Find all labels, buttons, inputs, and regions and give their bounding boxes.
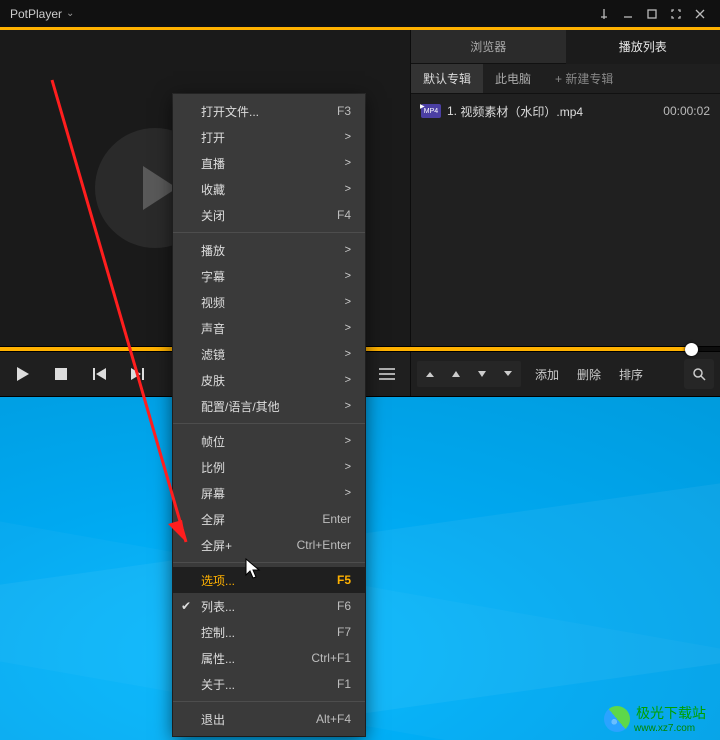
playlist[interactable]: MP4 1. 视频素材（水印）.mp4 00:00:02: [411, 94, 720, 346]
playlist-item-name: 视频素材（水印）.mp4: [460, 103, 583, 120]
menu-subtitle[interactable]: 字幕>: [173, 263, 365, 289]
add-button[interactable]: 添加: [527, 360, 567, 388]
subtab-default[interactable]: 默认专辑: [411, 64, 483, 93]
menu-ratio[interactable]: 比例>: [173, 454, 365, 480]
menu-props[interactable]: 属性...Ctrl+F1: [173, 645, 365, 671]
tab-playlist[interactable]: 播放列表: [566, 30, 720, 64]
side-panel: 浏览器 播放列表 默认专辑 此电脑 + 新建专辑 MP4 1. 视频素材（水印）…: [410, 30, 720, 346]
sort-button[interactable]: 排序: [611, 360, 651, 388]
minimize-button[interactable]: [616, 4, 640, 24]
move-down-button[interactable]: [469, 361, 495, 387]
menu-list[interactable]: ✔列表...F6: [173, 593, 365, 619]
playlist-controls: 添加 删除 排序: [410, 352, 720, 396]
menu-config[interactable]: 配置/语言/其他>: [173, 393, 365, 419]
watermark-text: 极光下载站: [636, 703, 706, 723]
mouse-cursor-icon: [245, 558, 263, 585]
close-button[interactable]: [688, 4, 712, 24]
menu-play[interactable]: 播放>: [173, 237, 365, 263]
app-title[interactable]: PotPlayer ⌄: [10, 7, 74, 21]
menu-open-file[interactable]: 打开文件...F3: [173, 98, 365, 124]
watermark-swirl-icon: [604, 706, 630, 732]
chevron-down-icon: ⌄: [66, 8, 74, 19]
prev-button[interactable]: [80, 352, 118, 396]
fullscreen-button[interactable]: [664, 4, 688, 24]
move-up-button[interactable]: [443, 361, 469, 387]
delete-button[interactable]: 删除: [569, 360, 609, 388]
check-icon: ✔: [181, 599, 191, 613]
menu-favorites[interactable]: 收藏>: [173, 176, 365, 202]
menu-fullscreen-plus[interactable]: 全屏+Ctrl+Enter: [173, 532, 365, 558]
menu-control[interactable]: 控制...F7: [173, 619, 365, 645]
playlist-item-duration: 00:00:02: [663, 104, 710, 118]
stop-button[interactable]: [42, 352, 80, 396]
subtab-new[interactable]: + 新建专辑: [543, 64, 625, 93]
next-button[interactable]: [118, 352, 156, 396]
menu-video[interactable]: 视频>: [173, 289, 365, 315]
filetype-icon: MP4: [421, 104, 441, 118]
app-name: PotPlayer: [10, 7, 62, 21]
playlist-item[interactable]: MP4 1. 视频素材（水印）.mp4 00:00:02: [421, 100, 710, 122]
menu-options[interactable]: 选项...F5: [173, 567, 365, 593]
menu-screen[interactable]: 屏幕>: [173, 480, 365, 506]
context-menu: 打开文件...F3 打开> 直播> 收藏> 关闭F4 播放> 字幕> 视频> 声…: [173, 94, 365, 736]
menu-exit[interactable]: 退出Alt+F4: [173, 706, 365, 732]
menu-open[interactable]: 打开>: [173, 124, 365, 150]
tab-browser[interactable]: 浏览器: [411, 30, 566, 64]
menu-filter[interactable]: 滤镜>: [173, 341, 365, 367]
titlebar[interactable]: PotPlayer ⌄: [0, 0, 720, 30]
menu-about[interactable]: 关于...F1: [173, 671, 365, 697]
menu-frame[interactable]: 帧位>: [173, 428, 365, 454]
search-button[interactable]: [684, 359, 714, 389]
move-top-button[interactable]: [417, 361, 443, 387]
menu-close[interactable]: 关闭F4: [173, 202, 365, 228]
watermark-suburl: www.xz7.com: [634, 723, 706, 734]
hamburger-button[interactable]: [368, 352, 406, 396]
watermark: 极光下载站 www.xz7.com: [604, 703, 706, 734]
menu-skin[interactable]: 皮肤>: [173, 367, 365, 393]
subtab-thispc[interactable]: 此电脑: [483, 64, 543, 93]
menu-fullscreen[interactable]: 全屏Enter: [173, 506, 365, 532]
move-bottom-button[interactable]: [495, 361, 521, 387]
menu-audio[interactable]: 声音>: [173, 315, 365, 341]
maximize-button[interactable]: [640, 4, 664, 24]
play-button[interactable]: [4, 352, 42, 396]
pin-button[interactable]: [592, 4, 616, 24]
menu-live[interactable]: 直播>: [173, 150, 365, 176]
playlist-item-index: 1.: [447, 104, 457, 118]
